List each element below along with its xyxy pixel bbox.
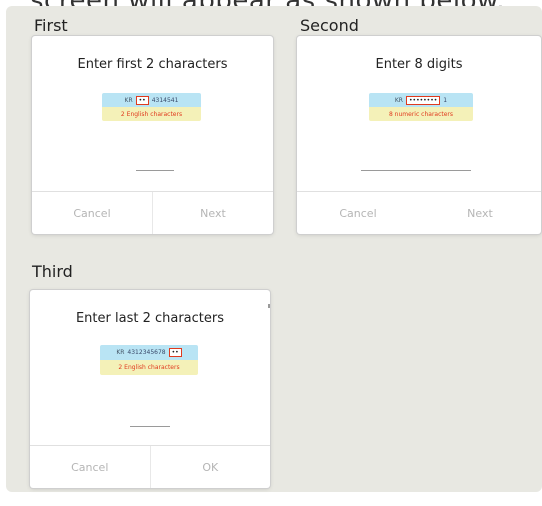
step-2-card-code: 1	[443, 96, 448, 104]
step-3-dialog-title: Enter last 2 characters	[75, 311, 225, 326]
step-1-cancel-button[interactable]: Cancel	[32, 192, 152, 234]
step-1-card-note: 2 English characters	[102, 107, 201, 121]
step-1-card-code: 4314541	[151, 96, 179, 104]
step-1-dialog-title: Enter first 2 characters	[77, 57, 228, 72]
step-3-card-prefix: KR	[116, 349, 125, 356]
step-1-caption: First	[34, 16, 68, 35]
step-2-card-illustration: KR •••••••• 1 8 numeric characters	[369, 93, 473, 121]
step-1-next-button[interactable]: Next	[152, 192, 273, 234]
step-2-dialog: Enter 8 digits KR •••••••• 1 8 numeric c…	[297, 36, 541, 234]
step-2-next-button[interactable]: Next	[419, 192, 541, 234]
step-2-card-note: 8 numeric characters	[369, 107, 473, 121]
step-3-button-bar: Cancel OK	[30, 445, 270, 488]
step-1-card-prefix: KR	[124, 96, 133, 104]
step-2-input-field[interactable]	[361, 170, 471, 171]
step-3-cancel-button[interactable]: Cancel	[30, 446, 150, 488]
step-1-button-bar: Cancel Next	[32, 191, 273, 234]
step-3-input-field[interactable]	[130, 426, 170, 427]
step-2-card-mask: ••••••••	[405, 95, 441, 105]
step-2-dialog-title: Enter 8 digits	[375, 57, 463, 72]
step-2-caption: Second	[300, 16, 359, 35]
step-3-card-number-row: KR 4312345678 ••	[100, 345, 198, 360]
step-3-ok-button[interactable]: OK	[149, 446, 271, 488]
step-1-card-illustration: KR •• 4314541 2 English characters	[102, 93, 201, 121]
step-3-card-note: 2 English characters	[100, 360, 198, 375]
step-1-dialog: Enter first 2 characters KR •• 4314541 2…	[32, 36, 273, 234]
step-1-input-field[interactable]	[136, 170, 174, 171]
step-3-caption: Third	[32, 262, 73, 281]
step-3-dialog: Enter last 2 characters KR 4312345678 ••…	[30, 290, 270, 488]
step-3-edge-mark	[268, 304, 270, 308]
step-3-card-code: 4312345678	[127, 349, 166, 356]
step-3-card-mask: ••	[168, 348, 182, 357]
step-2-button-bar: Cancel Next	[297, 191, 541, 234]
step-2-card-number-row: KR •••••••• 1	[369, 93, 473, 107]
instruction-figure: screen will appear as shown below. First…	[0, 0, 542, 506]
step-1-card-mask: ••	[135, 95, 149, 105]
step-3-card-illustration: KR 4312345678 •• 2 English characters	[100, 345, 198, 375]
step-1-card-number-row: KR •• 4314541	[102, 93, 201, 107]
step-2-card-prefix: KR	[394, 96, 403, 104]
step-2-cancel-button[interactable]: Cancel	[297, 192, 419, 234]
